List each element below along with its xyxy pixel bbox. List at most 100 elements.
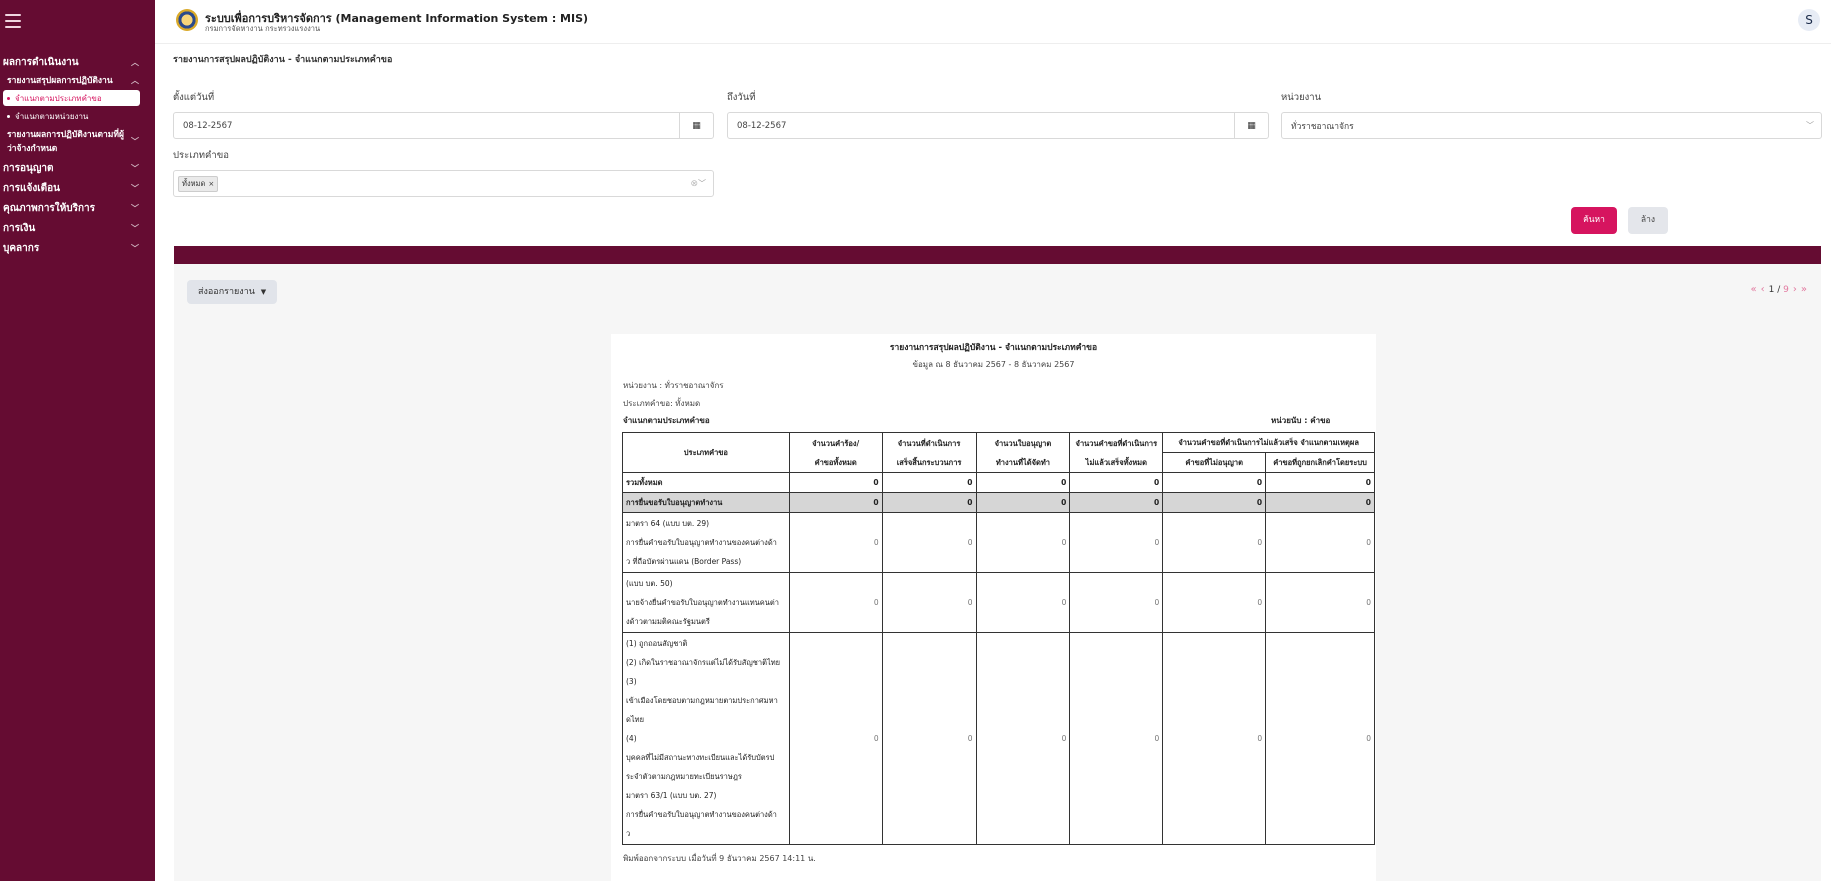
table-cell: 0 bbox=[1162, 512, 1267, 573]
description-line: (1) ถูกถอนสัญชาติ bbox=[626, 639, 688, 648]
description-line: (4) bbox=[626, 734, 637, 743]
to-date-value: 08-12-2567 bbox=[737, 120, 787, 131]
last-page-icon[interactable]: » bbox=[1801, 284, 1807, 295]
nav-group-label: ผลการดำเนินงาน bbox=[3, 56, 79, 68]
column-header-line: เสร็จสิ้นกระบวนการ bbox=[896, 457, 962, 467]
nav-sub-label: รายงานสรุปผลการปฏิบัติงาน bbox=[7, 76, 113, 86]
table-cell: 0 bbox=[1069, 572, 1164, 633]
clear-icon[interactable]: ⊗ bbox=[690, 179, 698, 189]
page-indicator: 1 / 9 bbox=[1768, 284, 1789, 295]
table-cell: 0 bbox=[1265, 472, 1375, 493]
table-cell: 0 bbox=[1069, 492, 1164, 513]
table-row: มาตรา 64 (แบบ บต. 29) การยื่นคำขอรับใบอน… bbox=[622, 512, 1375, 573]
to-date-field[interactable]: 08-12-2567 ▦ bbox=[727, 112, 1269, 139]
column-header: ประเภทคำขอ bbox=[622, 432, 790, 473]
report-subtitle: ข้อมูล ณ 8 ธันวาคม 2567 - 8 ธันวาคม 2567 bbox=[912, 360, 1075, 369]
nav-group-permission[interactable]: การอนุญาต ﹀ bbox=[0, 158, 155, 178]
export-report-button[interactable]: ส่งออกรายงาน ▼ bbox=[187, 280, 278, 304]
table-cell: 0 bbox=[788, 512, 883, 573]
nav-group-service-quality[interactable]: คุณภาพการให้บริการ ﹀ bbox=[0, 198, 155, 218]
menu-icon[interactable] bbox=[5, 14, 21, 28]
table-cell: 0 bbox=[1162, 492, 1267, 513]
calendar-icon[interactable]: ▦ bbox=[679, 113, 713, 138]
table-cell: 0 bbox=[1069, 512, 1164, 573]
row-label: การยื่นขอรับใบอนุญาตทำงาน bbox=[622, 492, 790, 513]
calendar-icon[interactable]: ▦ bbox=[1234, 113, 1268, 138]
chevron-down-icon: ﹀ bbox=[698, 179, 706, 188]
description-line: ดไทย bbox=[626, 715, 644, 724]
sidebar: ผลการดำเนินงาน ︿ รายงานสรุปผลการปฏิบัติง… bbox=[0, 0, 155, 881]
description-line: ว ที่ถือบัตรผ่านแดน (Border Pass) bbox=[626, 557, 742, 566]
nav-group-label: การแจ้งเตือน bbox=[3, 182, 60, 194]
total-pages: 9 bbox=[1783, 284, 1789, 295]
from-date-field[interactable]: 08-12-2567 ▦ bbox=[173, 112, 714, 139]
column-header-line: ไม่แล้วเสร็จทั้งหมด bbox=[1085, 457, 1147, 467]
chevron-down-icon: ﹀ bbox=[131, 137, 139, 146]
report-document: รายงานการสรุปผลปฏิบัติงาน - จำแนกตามประเ… bbox=[611, 334, 1376, 881]
table-row-total: รวมทั้งหมด 0 0 0 0 0 0 bbox=[622, 472, 1375, 493]
unit-label: หน่วยงาน bbox=[1281, 92, 1322, 103]
chevron-down-icon: ﹀ bbox=[131, 183, 139, 193]
nav-group-personnel[interactable]: บุคลากร ﹀ bbox=[0, 238, 155, 258]
next-page-icon[interactable]: › bbox=[1793, 284, 1797, 295]
avatar[interactable]: S bbox=[1798, 9, 1820, 31]
nav-group-finance[interactable]: การเงิน ﹀ bbox=[0, 218, 155, 238]
nav-group-label: การอนุญาต bbox=[3, 162, 54, 174]
description-line: (แบบ บต. 50) bbox=[626, 579, 673, 588]
table-row: (1) ถูกถอนสัญชาติ (2) เกิดในราชอาณาจักรแ… bbox=[622, 632, 1375, 845]
table-cell: 0 bbox=[1162, 472, 1267, 493]
table-cell: 0 bbox=[881, 632, 977, 845]
bullet-icon bbox=[7, 114, 10, 118]
first-page-icon[interactable]: « bbox=[1751, 284, 1757, 295]
table-cell: 0 bbox=[788, 492, 883, 513]
table-header-row: ประเภทคำขอ จำนวนคำร้อง/คำขอทั้งหมด จำนวน… bbox=[622, 432, 1375, 473]
clear-button[interactable]: ล้าง bbox=[1628, 207, 1668, 234]
table-cell: 0 bbox=[975, 472, 1071, 493]
request-type-label: ประเภทคำขอ bbox=[173, 150, 229, 161]
report-unit-line: หน่วยงาน : ทั่วราชอาณาจักร bbox=[623, 381, 724, 390]
nav-group-performance[interactable]: ผลการดำเนินงาน ︿ bbox=[0, 52, 155, 72]
page-title: รายงานการสรุปผลปฏิบัติงาน - จำแนกตามประเ… bbox=[173, 55, 393, 65]
description-line: การยื่นคำขอรับใบอนุญาตทำงานของคนต่างด้า bbox=[626, 538, 777, 547]
unit-select[interactable]: ทั่วราชอาณาจักร ﹀ bbox=[1281, 112, 1822, 139]
to-date-label: ถึงวันที่ bbox=[727, 92, 756, 103]
bullet-icon bbox=[7, 96, 10, 100]
description-line: มาตรา 63/1 (แบบ บต. 27) bbox=[626, 791, 717, 800]
sidebar-item-by-unit[interactable]: จำแนกตามหน่วยงาน bbox=[3, 108, 140, 124]
report-type-line: ประเภทคำขอ: ทั้งหมด bbox=[623, 399, 701, 408]
description-line: ระจำตัวตามกฎหมายทะเบียนราษฎร bbox=[626, 772, 742, 781]
table-cell: 0 bbox=[1069, 632, 1164, 845]
column-header-line: คำขอทั้งหมด bbox=[814, 457, 857, 467]
row-description: (1) ถูกถอนสัญชาติ (2) เกิดในราชอาณาจักรแ… bbox=[622, 632, 790, 845]
column-header: จำนวนคำขอที่ดำเนินการ ไม่แล้วเสร็จทั้งหมด bbox=[1069, 432, 1164, 473]
request-type-select[interactable]: ทั้งหมด × ⊗ ﹀ bbox=[173, 170, 714, 197]
table-cell: 0 bbox=[1265, 492, 1375, 513]
table-cell: 0 bbox=[1265, 512, 1375, 573]
chevron-down-icon: ﹀ bbox=[131, 203, 139, 213]
description-line: งด้าวตามมติคณะรัฐมนตรี bbox=[626, 617, 710, 626]
nav-group-notification[interactable]: การแจ้งเตือน ﹀ bbox=[0, 178, 155, 198]
prev-page-icon[interactable]: ‹ bbox=[1761, 284, 1765, 295]
top-header: ระบบเพื่อการบริหารจัดการ (Management Inf… bbox=[155, 0, 1831, 44]
search-button[interactable]: ค้นหา bbox=[1571, 207, 1617, 234]
report-left-heading: จำแนกตามประเภทคำขอ bbox=[623, 416, 710, 425]
nav-group-label: การเงิน bbox=[3, 222, 36, 234]
column-header: จำนวนคำร้อง/คำขอทั้งหมด bbox=[788, 432, 883, 473]
sidebar-item-by-request-type[interactable]: จำแนกตามประเภทคำขอ bbox=[3, 90, 140, 106]
row-description: มาตรา 64 (แบบ บต. 29) การยื่นคำขอรับใบอน… bbox=[622, 512, 790, 573]
nav-sub-summary-report[interactable]: รายงานสรุปผลการปฏิบัติงาน ︿ bbox=[0, 72, 155, 88]
remove-tag-icon[interactable]: × bbox=[208, 180, 214, 188]
chevron-down-icon: ﹀ bbox=[131, 243, 139, 253]
from-date-value: 08-12-2567 bbox=[183, 120, 233, 131]
table-cell: 0 bbox=[975, 632, 1071, 845]
description-line: บุคคลที่ไม่มีสถานะทางทะเบียนและได้รับบัต… bbox=[626, 753, 775, 762]
table-cell: 0 bbox=[975, 512, 1071, 573]
table-row: (แบบ บต. 50) นายจ้างยื่นคำขอรับใบอนุญาตท… bbox=[622, 572, 1375, 633]
table-cell: 0 bbox=[975, 572, 1071, 633]
table-cell: 0 bbox=[1069, 472, 1164, 493]
app-subtitle: กรมการจัดหางาน กระทรวงแรงงาน bbox=[205, 24, 321, 33]
row-label: รวมทั้งหมด bbox=[622, 472, 790, 493]
nav-sub-employer-report[interactable]: รายงานผลการปฏิบัติงานตามที่ผู้ ว่าจ้างกำ… bbox=[0, 126, 155, 158]
sidebar-nav: ผลการดำเนินงาน ︿ รายงานสรุปผลการปฏิบัติง… bbox=[0, 52, 155, 258]
column-header: จำนวนใบอนุญาต ทำงานที่ได้จัดทำ bbox=[975, 432, 1071, 473]
